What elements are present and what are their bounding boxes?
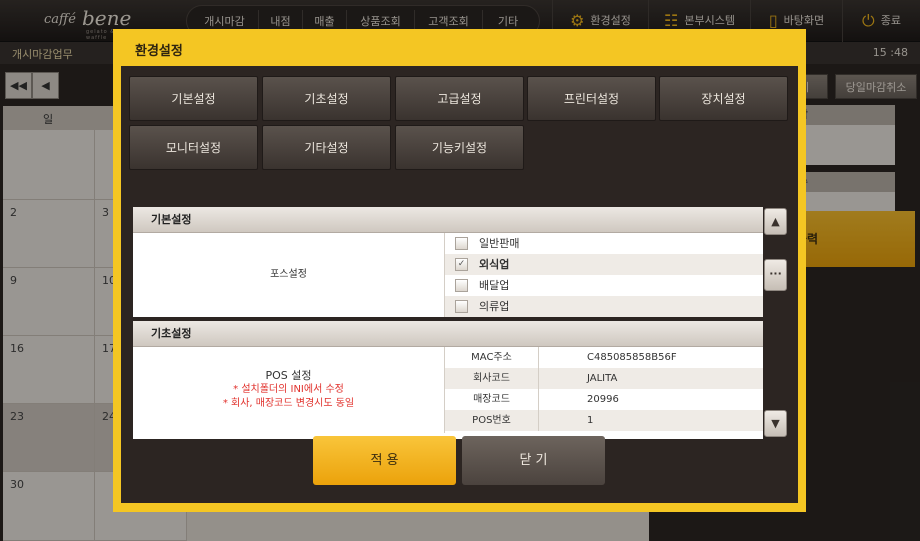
scroll-down-button[interactable]: ▼ — [764, 410, 787, 437]
option-restaurant[interactable]: ✓ 외식업 — [445, 254, 763, 275]
field-key: MAC주소 — [445, 347, 539, 368]
field-key: POS번호 — [445, 410, 539, 431]
modal-title: 환경설정 — [135, 44, 183, 59]
field-value: C485085858B56F — [587, 352, 677, 363]
tab-monitor-settings[interactable]: 모니터설정 — [129, 125, 258, 170]
tab-printer-settings[interactable]: 프린터설정 — [527, 76, 656, 121]
apply-button[interactable]: 적 용 — [313, 436, 456, 485]
section-header-foundation: 기초설정 — [133, 321, 763, 347]
option-apparel[interactable]: 의류업 — [445, 296, 763, 317]
checkbox[interactable] — [455, 237, 468, 250]
ini-note: * 설치폴더의 INI에서 수정 — [233, 384, 344, 395]
field-value: 20996 — [587, 394, 619, 405]
close-button[interactable]: 닫 기 — [462, 436, 605, 485]
option-delivery[interactable]: 배달업 — [445, 275, 763, 296]
tab-foundation-settings[interactable]: 기초설정 — [262, 76, 391, 121]
pos-setting-label: 포스설정 — [133, 233, 445, 317]
pos-config-block: POS 설정 * 설치폴더의 INI에서 수정 * 회사, 매장코드 변경시도 … — [133, 347, 445, 433]
field-value: JALITA — [587, 373, 618, 384]
scroll-up-button[interactable]: ▲ — [764, 208, 787, 235]
tab-function-key-settings[interactable]: 기능키설정 — [395, 125, 524, 170]
tab-basic-settings[interactable]: 기본설정 — [129, 76, 258, 121]
field-mac-address: MAC주소 C485085858B56F — [445, 347, 763, 368]
arrow-up-icon: ▲ — [771, 215, 780, 228]
settings-content: 기본설정 포스설정 일반판매 ✓ 외식업 배달업 의류업 기초설정 POS 설정… — [133, 207, 763, 439]
section-header-basic: 기본설정 — [133, 207, 763, 233]
field-company-code: 회사코드 JALITA — [445, 368, 763, 389]
more-label: ··· — [769, 267, 782, 280]
more-button[interactable]: ··· — [764, 259, 787, 291]
tab-other-settings[interactable]: 기타설정 — [262, 125, 391, 170]
option-general-sales[interactable]: 일반판매 — [445, 233, 763, 254]
pos-config-label: POS 설정 — [265, 369, 312, 382]
code-change-note: * 회사, 매장코드 변경시도 동일 — [222, 398, 355, 409]
tab-advanced-settings[interactable]: 고급설정 — [395, 76, 524, 121]
modal-body: 기본설정 기초설정 고급설정 프린터설정 장치설정 모니터설정 기타설정 기능키… — [121, 66, 798, 503]
settings-modal: 환경설정 기본설정 기초설정 고급설정 프린터설정 장치설정 모니터설정 기타설… — [113, 29, 806, 512]
option-label: 일반판매 — [479, 237, 520, 250]
tab-device-settings[interactable]: 장치설정 — [659, 76, 788, 121]
option-label: 배달업 — [479, 279, 510, 292]
field-key: 매장코드 — [445, 389, 539, 410]
field-store-code: 매장코드 20996 — [445, 389, 763, 410]
field-value: 1 — [587, 415, 594, 426]
checkbox-checked[interactable]: ✓ — [455, 258, 468, 271]
option-label: 외식업 — [479, 258, 510, 271]
arrow-down-icon: ▼ — [771, 417, 780, 430]
checkbox[interactable] — [455, 300, 468, 313]
checkbox[interactable] — [455, 279, 468, 292]
field-pos-number: POS번호 1 — [445, 410, 763, 431]
field-key: 회사코드 — [445, 368, 539, 389]
option-label: 의류업 — [479, 300, 510, 313]
